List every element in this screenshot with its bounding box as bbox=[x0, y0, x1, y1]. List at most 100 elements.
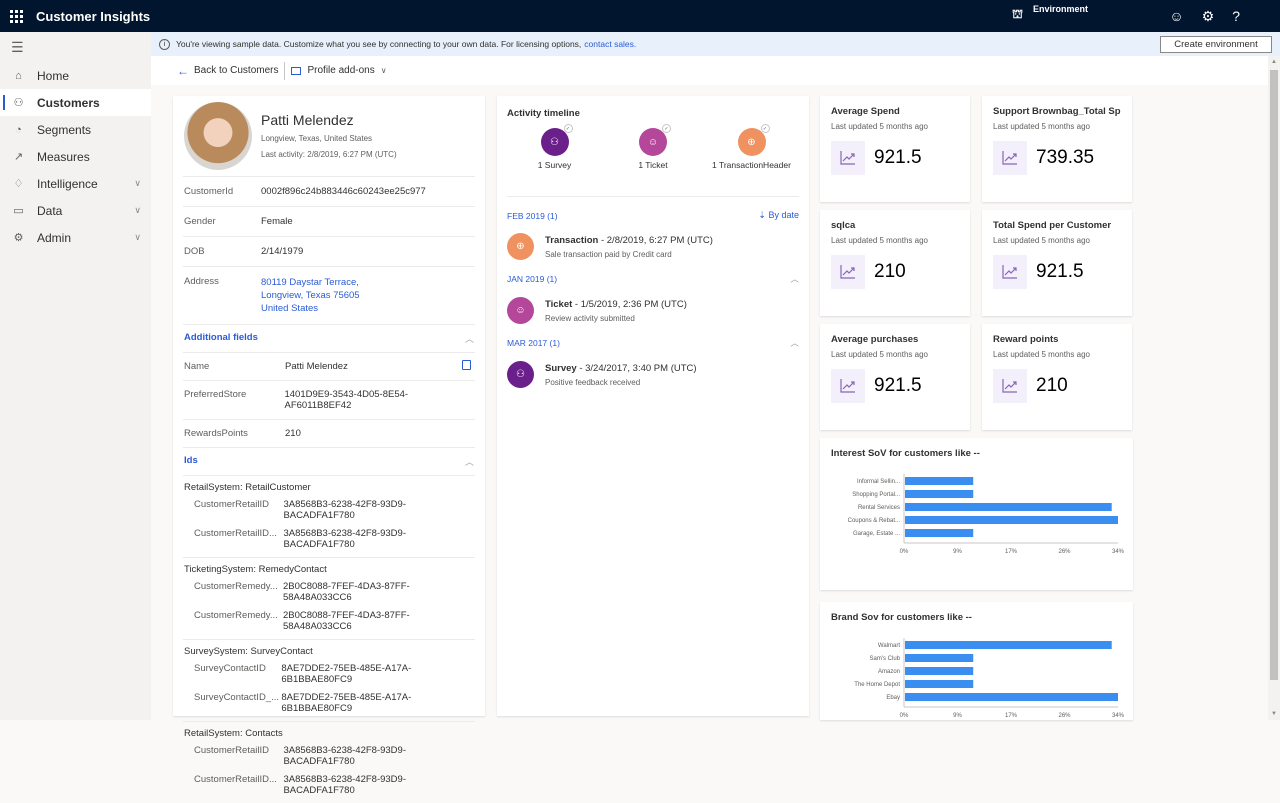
measure-updated: Last updated 5 months ago bbox=[993, 236, 1090, 245]
activity-type-filter[interactable]: ⚇ ✓ 1 Survey bbox=[507, 124, 602, 196]
chevron-up-icon[interactable]: ︿ bbox=[790, 337, 799, 349]
chart-title: Interest SoV for customers like -- bbox=[831, 448, 980, 459]
back-to-customers-link[interactable]: Back to Customers bbox=[194, 65, 278, 76]
x-tick-label: 0% bbox=[900, 549, 909, 555]
bar[interactable] bbox=[905, 654, 974, 662]
activity-type-icon: ⊕ ✓ bbox=[737, 124, 770, 156]
command-bar: ← Back to Customers Profile add-ons ∨ bbox=[151, 56, 1268, 85]
measure-card[interactable]: Average Spend Last updated 5 months ago 92… bbox=[820, 96, 970, 202]
chart-title: Brand Sov for customers like -- bbox=[831, 612, 972, 623]
id-group-title: TicketingSystem: RemedyContact bbox=[184, 564, 327, 575]
help-icon[interactable]: ? bbox=[1232, 8, 1240, 24]
additional-fields-header[interactable]: Additional fields ︿ bbox=[183, 324, 475, 352]
address-link[interactable]: 80119 Daystar Terrace, Longview, Texas 7… bbox=[261, 276, 360, 315]
event-glyph: ☺ bbox=[515, 305, 526, 316]
bar[interactable] bbox=[905, 529, 974, 537]
bar[interactable] bbox=[905, 516, 1118, 524]
id-value: 3A8568B3-6238-42F8-93D9-BACADFA1F780 bbox=[283, 774, 406, 796]
sort-by-date-button[interactable]: ⇣ By date bbox=[758, 210, 799, 221]
trend-chart-icon bbox=[993, 255, 1027, 289]
chevron-down-icon[interactable]: ∨ bbox=[134, 205, 141, 216]
timeline-month-header[interactable]: JAN 2019 (1) ︿ bbox=[507, 273, 799, 285]
bar[interactable] bbox=[905, 667, 974, 675]
environment-picker[interactable]: ⛫ Environment bbox=[1012, 4, 1088, 23]
interest-sov-chart: Informal Sellin... Shopping Portal... Rent… bbox=[848, 474, 1125, 555]
measure-value: 210 bbox=[874, 261, 906, 282]
customer-profile-card: Patti Melendez Longview, Texas, United S… bbox=[173, 96, 485, 796]
chevron-up-icon[interactable]: ︿ bbox=[790, 273, 799, 285]
checkmark-icon: ✓ bbox=[662, 124, 671, 133]
sidebar-item-label: Home bbox=[37, 68, 70, 83]
field-value: Patti Melendez bbox=[285, 361, 348, 372]
trend-chart-icon bbox=[831, 141, 865, 175]
chevron-up-icon[interactable]: ︿ bbox=[465, 332, 474, 345]
month-label: FEB 2019 (1) bbox=[507, 210, 558, 221]
category-label: Rental Services bbox=[858, 505, 900, 511]
sidebar-item-intelligence[interactable]: ♢ Intelligence ∨ bbox=[0, 170, 151, 197]
hamburger-menu-icon[interactable]: ☰ bbox=[0, 32, 151, 62]
profile-addons-button[interactable]: Profile add-ons bbox=[307, 65, 374, 76]
timeline-month-header[interactable]: MAR 2017 (1) ︿ bbox=[507, 337, 799, 349]
chevron-up-icon[interactable]: ︿ bbox=[465, 455, 474, 468]
measure-card[interactable]: Average purchases Last updated 5 months a… bbox=[820, 324, 970, 430]
id-row: CustomerRemedy... 2B0C8088-7FEF-4DA3-87FF… bbox=[184, 607, 474, 636]
address-line3: United States bbox=[261, 303, 319, 314]
sidebar-item-segments[interactable]: ◔ Segments bbox=[0, 116, 151, 143]
bar[interactable] bbox=[905, 641, 1112, 649]
field-value: 0002f896c24b883446c60243ee25c977 bbox=[261, 186, 426, 197]
sidebar-item-data[interactable]: ▭ Data ∨ bbox=[0, 197, 151, 224]
field-label: CustomerId bbox=[184, 186, 234, 197]
event-glyph: ⚇ bbox=[516, 369, 525, 380]
activity-timeline-card: Activity timeline ⚇ ✓ 1 Survey ☺ ✓ 1 Ticket ⊕ ✓… bbox=[497, 96, 809, 716]
scroll-down-icon[interactable]: ▼ bbox=[1271, 711, 1277, 717]
ids-header[interactable]: Ids ︿ bbox=[183, 447, 475, 475]
settings-icon[interactable]: ⚙ bbox=[1202, 8, 1215, 25]
timeline-month-header[interactable]: FEB 2019 (1) ⇣ By date bbox=[507, 210, 799, 221]
measure-value: 921.5 bbox=[1036, 261, 1084, 282]
sidebar-item-admin[interactable]: ⚙ Admin ∨ bbox=[0, 224, 151, 251]
vertical-scrollbar[interactable]: ▲ ▼ bbox=[1268, 56, 1280, 720]
id-key: CustomerRetailID... bbox=[194, 774, 277, 785]
additional-field-row: Name Patti Melendez bbox=[183, 352, 475, 380]
scroll-up-icon[interactable]: ▲ bbox=[1271, 59, 1277, 65]
sidebar-item-measures[interactable]: ↗ Measures bbox=[0, 143, 151, 170]
customer-name: Patti Melendez bbox=[261, 112, 354, 128]
chevron-down-icon[interactable]: ∨ bbox=[134, 232, 141, 243]
chevron-down-icon[interactable]: ∨ bbox=[134, 178, 141, 189]
id-row: CustomerRetailID... 3A8568B3-6238-42F8-93… bbox=[184, 525, 474, 554]
environment-icon: ⛫ bbox=[1012, 7, 1024, 21]
create-environment-button[interactable]: Create environment bbox=[1160, 36, 1272, 53]
bar[interactable] bbox=[905, 490, 974, 498]
bar[interactable] bbox=[905, 503, 1112, 511]
scroll-thumb[interactable] bbox=[1270, 70, 1278, 680]
environment-label: Environment bbox=[1033, 4, 1089, 14]
event-description: Sale transaction paid by Credit card bbox=[545, 249, 672, 259]
activity-type-filter[interactable]: ☺ ✓ 1 Ticket bbox=[606, 124, 701, 196]
measure-body: 210 bbox=[831, 255, 959, 289]
measure-value: 739.35 bbox=[1036, 147, 1095, 168]
copy-icon[interactable] bbox=[462, 360, 471, 370]
field-label: DOB bbox=[184, 246, 205, 257]
id-key: CustomerRetailID bbox=[194, 499, 269, 510]
measure-card[interactable]: Reward points Last updated 5 months ago 21… bbox=[982, 324, 1132, 430]
id-key: CustomerRemedy... bbox=[194, 581, 278, 592]
timeline-event[interactable]: ⊕ Transaction - 2/8/2019, 6:27 PM (UTC) Sa… bbox=[507, 233, 799, 260]
smiley-icon[interactable]: ☺ bbox=[1169, 8, 1183, 24]
data-icon: ▭ bbox=[13, 205, 24, 217]
bar[interactable] bbox=[905, 693, 1118, 701]
timeline-event[interactable]: ⚇ Survey - 3/24/2017, 3:40 PM (UTC) Positi… bbox=[507, 361, 799, 388]
timeline-event[interactable]: ☺ Ticket - 1/5/2019, 2:36 PM (UTC) Review … bbox=[507, 297, 799, 324]
contact-sales-link[interactable]: contact sales. bbox=[584, 39, 636, 49]
bar[interactable] bbox=[905, 680, 974, 688]
sidebar-item-home[interactable]: ⌂ Home bbox=[0, 62, 151, 89]
ticket-icon: ☺ bbox=[507, 297, 534, 324]
admin-icon: ⚙ bbox=[13, 232, 24, 244]
sidebar-item-customers[interactable]: ⚇ Customers bbox=[0, 89, 151, 116]
activity-type-filter[interactable]: ⊕ ✓ 1 TransactionHeader bbox=[704, 124, 799, 196]
measure-card[interactable]: Support Brownbag_Total Sp... Last updated… bbox=[982, 96, 1132, 202]
app-launcher-button[interactable] bbox=[0, 0, 32, 32]
measure-card[interactable]: Total Spend per Customer Last updated 5 m… bbox=[982, 210, 1132, 316]
bar[interactable] bbox=[905, 477, 974, 485]
measure-card[interactable]: sqlca Last updated 5 months ago 210 bbox=[820, 210, 970, 316]
field-row-address: Address 80119 Daystar Terrace, Longview,… bbox=[183, 266, 475, 324]
